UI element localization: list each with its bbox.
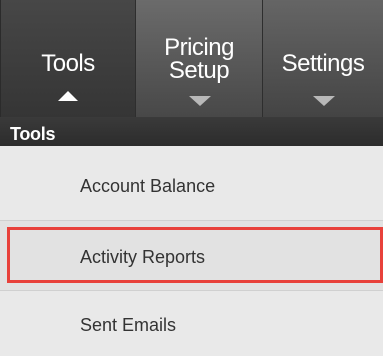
tools-menu: Account Balance Activity Reports Sent Em… [0,146,383,356]
tab-pricing-setup-label: Pricing Setup [164,34,234,84]
tab-tools-label: Tools [41,50,95,77]
menu-item-label: Sent Emails [80,315,177,335]
chevron-down-icon [189,96,211,106]
top-navigation: Tools Pricing Setup Settings [0,0,383,117]
tab-settings[interactable]: Settings [263,0,383,117]
chevron-down-icon [313,96,335,106]
menu-item-activity-reports[interactable]: Activity Reports [0,221,383,291]
menu-item-account-balance[interactable]: Account Balance [0,146,383,221]
section-header-bar [0,117,383,146]
menu-item-sent-emails[interactable]: Sent Emails [0,291,383,356]
tools-dropdown-panel: Tools Pricing Setup Settings Tools Accou… [0,0,383,356]
menu-item-label: Account Balance [80,176,216,196]
tab-settings-label: Settings [281,50,365,77]
section-title-tools: Tools [10,124,56,144]
menu-item-label: Activity Reports [80,247,206,267]
tab-pricing-setup[interactable]: Pricing Setup [136,0,263,117]
chevron-up-icon [58,91,78,101]
tab-tools[interactable]: Tools [0,0,136,117]
